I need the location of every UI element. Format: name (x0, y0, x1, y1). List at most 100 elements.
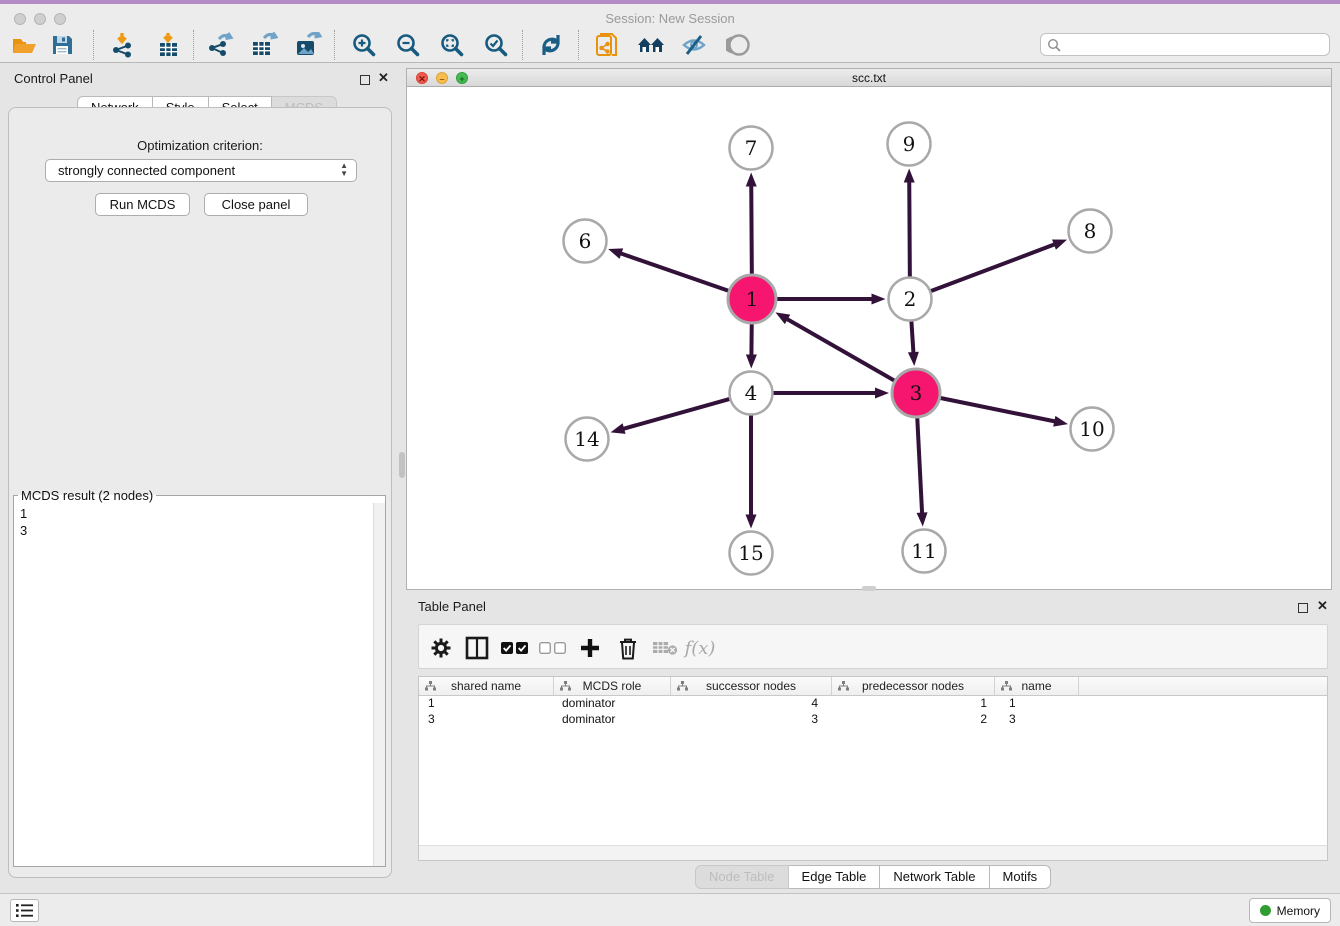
deselect-all-columns-icon[interactable] (538, 633, 568, 663)
panel-divider-handle[interactable] (399, 452, 405, 478)
edge-2-9[interactable] (909, 179, 910, 276)
delete-column-icon[interactable] (613, 633, 643, 663)
control-panel-title: Control Panel (0, 71, 93, 86)
add-column-icon[interactable] (575, 633, 605, 663)
app-title: Session: New Session (0, 11, 1340, 26)
arrowhead-icon (904, 168, 915, 182)
edge-2-3[interactable] (911, 321, 913, 355)
hierarchy-icon (560, 681, 571, 691)
network-window-title: scc.txt (407, 71, 1331, 85)
table-tabs: Node TableEdge TableNetwork TableMotifs (695, 865, 1051, 889)
edge-3-11[interactable] (917, 418, 922, 516)
delete-table-icon[interactable] (650, 633, 680, 663)
network-window-titlebar[interactable]: ✕ – + scc.txt (407, 69, 1331, 87)
table-cell[interactable]: 3 (419, 712, 554, 728)
first-neighbors-icon[interactable] (636, 31, 666, 59)
edge-4-14[interactable] (621, 399, 729, 429)
table-toolbar: f(x) (418, 624, 1328, 669)
graph-node-label: 7 (745, 136, 758, 160)
table-cell[interactable]: 4 (671, 696, 832, 712)
network-resize-handle[interactable] (862, 586, 876, 591)
float-table-panel-icon[interactable] (1298, 600, 1310, 612)
apply-layout-icon[interactable] (536, 31, 566, 59)
table-cell[interactable]: dominator (554, 696, 671, 712)
table-body: 1dominator4113dominator323 (419, 696, 1327, 728)
zoom-out-icon[interactable] (393, 31, 423, 59)
show-all-icon[interactable] (724, 31, 754, 59)
hide-selected-icon[interactable] (679, 31, 709, 59)
mcds-result-title: MCDS result (2 nodes) (18, 488, 156, 503)
table-cell[interactable]: 1 (419, 696, 554, 712)
table-cell[interactable]: 2 (832, 712, 995, 728)
table-cell[interactable]: 3 (671, 712, 832, 728)
select-all-columns-icon[interactable] (500, 633, 530, 663)
network-canvas[interactable]: 7968124314101511 (407, 88, 1331, 589)
chevron-updown-icon: ▲▼ (340, 162, 348, 178)
arrowhead-icon (875, 388, 889, 399)
export-image-icon[interactable] (293, 31, 323, 59)
task-history-button[interactable] (10, 899, 39, 922)
open-session-icon[interactable] (9, 31, 39, 59)
import-table-icon[interactable] (153, 31, 183, 59)
network-view-window: ✕ – + scc.txt 7968124314101511 (406, 68, 1332, 590)
table-cell[interactable]: 1 (995, 696, 1079, 712)
run-mcds-button[interactable]: Run MCDS (95, 193, 190, 216)
new-network-from-selection-icon[interactable] (592, 31, 622, 59)
toggle-panel-layout-icon[interactable] (462, 633, 492, 663)
graph-node-label: 11 (911, 539, 936, 563)
toolbar-separator (578, 30, 579, 60)
column-header-predecessor-nodes[interactable]: predecessor nodes (832, 677, 995, 695)
close-table-panel-icon[interactable]: ✕ (1317, 600, 1329, 612)
result-scrollbar[interactable] (373, 503, 385, 866)
memory-button[interactable]: Memory (1249, 898, 1331, 923)
tab-edge-table[interactable]: Edge Table (789, 865, 881, 889)
graph-node-label: 9 (903, 132, 916, 156)
hierarchy-icon (838, 681, 849, 691)
export-table-icon[interactable] (249, 31, 279, 59)
column-header-shared-name[interactable]: shared name (419, 677, 554, 695)
arrowhead-icon (746, 354, 757, 368)
function-builder-icon[interactable]: f(x) (685, 633, 715, 663)
tab-motifs[interactable]: Motifs (990, 865, 1052, 889)
tab-node-table[interactable]: Node Table (695, 865, 789, 889)
arrowhead-icon (908, 352, 919, 366)
mcds-panel: Optimization criterion: strongly connect… (8, 107, 392, 878)
tab-network-table[interactable]: Network Table (880, 865, 989, 889)
table-cell[interactable]: dominator (554, 712, 671, 728)
column-header-name[interactable]: name (995, 677, 1079, 695)
arrowhead-icon (746, 172, 757, 186)
graph-node-label: 3 (910, 381, 923, 405)
table-horizontal-scrollbar[interactable] (419, 845, 1327, 860)
zoom-in-icon[interactable] (349, 31, 379, 59)
mcds-result-textarea[interactable]: 1 3 (14, 503, 385, 866)
table-options-icon[interactable] (426, 633, 456, 663)
criterion-select[interactable]: strongly connected component ▲▼ (45, 159, 357, 182)
table-cell[interactable]: 1 (832, 696, 995, 712)
edge-3-10[interactable] (940, 398, 1057, 422)
arrowhead-icon (611, 423, 626, 434)
edge-1-6[interactable] (619, 253, 729, 291)
graph-node-label: 8 (1084, 219, 1097, 243)
column-header-successor-nodes[interactable]: successor nodes (671, 677, 832, 695)
close-panel-icon[interactable]: ✕ (378, 72, 390, 84)
column-header-MCDS-role[interactable]: MCDS role (554, 677, 671, 695)
zoom-selected-icon[interactable] (481, 31, 511, 59)
export-network-icon[interactable] (205, 31, 235, 59)
table-cell[interactable]: 3 (995, 712, 1079, 728)
list-icon (16, 904, 33, 917)
table-row[interactable]: 1dominator411 (419, 696, 1327, 712)
search-input[interactable] (1065, 35, 1323, 54)
main-toolbar (0, 27, 1340, 63)
table-row[interactable]: 3dominator323 (419, 712, 1327, 728)
import-network-icon[interactable] (107, 31, 137, 59)
edge-3-1[interactable] (785, 318, 894, 381)
save-session-icon[interactable] (47, 31, 77, 59)
mcds-result-groupbox: MCDS result (2 nodes) 1 3 (13, 488, 386, 867)
search-icon (1047, 38, 1062, 53)
control-panel-header: Control Panel ✕ (0, 70, 400, 90)
zoom-fit-icon[interactable] (437, 31, 467, 59)
close-panel-button[interactable]: Close panel (204, 193, 308, 216)
edge-2-8[interactable] (931, 244, 1057, 292)
edge-1-7[interactable] (751, 183, 752, 274)
float-panel-icon[interactable] (360, 72, 372, 84)
